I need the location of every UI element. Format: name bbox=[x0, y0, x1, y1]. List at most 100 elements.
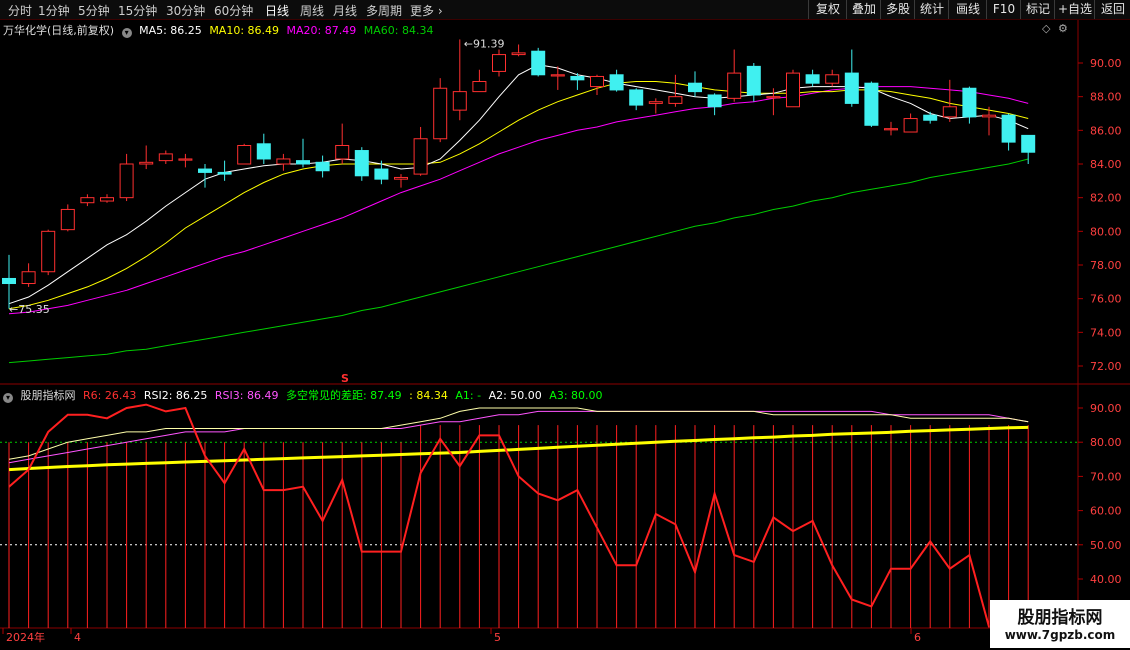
yellow-label: : 84.34 bbox=[409, 389, 448, 402]
chevron-right-icon: › bbox=[437, 4, 443, 18]
dropdown-icon[interactable]: ▾ bbox=[121, 28, 132, 38]
indicator-title: 股朋指标网 bbox=[20, 389, 76, 402]
candle-body bbox=[766, 96, 781, 99]
candle-body bbox=[119, 163, 134, 199]
add-watchlist-button[interactable]: +自选 bbox=[1054, 0, 1095, 19]
price-tick-label: 84.00 bbox=[1090, 158, 1122, 171]
candle-body bbox=[825, 74, 840, 84]
candle-body bbox=[472, 81, 487, 93]
indicator-tick-label: 80.00 bbox=[1090, 436, 1122, 449]
draw-line-button[interactable]: 画线 bbox=[948, 0, 987, 19]
candle-body bbox=[21, 271, 36, 285]
multi-stock-button[interactable]: 多股 bbox=[880, 0, 915, 19]
candle-body bbox=[786, 72, 800, 108]
statistics-button[interactable]: 统计 bbox=[914, 0, 949, 19]
candle-body bbox=[315, 161, 330, 172]
candle-body bbox=[648, 101, 663, 104]
tab-intraday[interactable]: 分时 bbox=[8, 2, 32, 19]
date-label: 2024年 bbox=[6, 630, 45, 644]
candle-body bbox=[609, 74, 624, 91]
candle-body bbox=[2, 277, 16, 285]
date-label: 4 bbox=[74, 631, 81, 644]
a1-label: A1: - bbox=[455, 389, 482, 402]
candle-body bbox=[570, 75, 585, 81]
period-toolbar: 分时 1分钟 5分钟 15分钟 30分钟 60分钟 日线 周线 月线 多周期 更… bbox=[0, 0, 1130, 20]
ma5-label: MA5: 86.25 bbox=[139, 24, 202, 37]
candle-body bbox=[942, 106, 957, 118]
ma10-label: MA10: 86.49 bbox=[209, 24, 280, 37]
candle-body bbox=[727, 72, 742, 99]
price-tick-label: 88.00 bbox=[1090, 91, 1122, 104]
diamond-icon[interactable]: ◇ bbox=[1042, 22, 1050, 35]
candle-body bbox=[511, 52, 526, 56]
candle-body bbox=[707, 94, 722, 108]
candle-body bbox=[80, 197, 95, 204]
tab-1min[interactable]: 1分钟 bbox=[38, 2, 70, 19]
chart-canvas[interactable]: 90.00 88.00 86.00 84.00 82.00 80.00 78.00 76.00… bbox=[0, 0, 1130, 650]
back-button[interactable]: 返回 bbox=[1094, 0, 1130, 19]
price-tick-label: 82.00 bbox=[1090, 192, 1122, 205]
candle-body bbox=[923, 114, 938, 121]
a3-label: A3: 80.00 bbox=[549, 389, 603, 402]
ma60-label: MA60: 84.34 bbox=[363, 24, 434, 37]
ma20-label: MA20: 87.49 bbox=[286, 24, 357, 37]
overlay-button[interactable]: 叠加 bbox=[846, 0, 881, 19]
tab-5min[interactable]: 5分钟 bbox=[78, 2, 110, 19]
low-price-label: ←75.35 bbox=[9, 303, 50, 316]
stock-title: 万华化学(日线,前复权) bbox=[3, 24, 115, 37]
price-tick-label: 72.00 bbox=[1090, 360, 1122, 373]
tab-weekly[interactable]: 周线 bbox=[300, 2, 324, 19]
candle-body bbox=[452, 91, 467, 111]
watermark: 股朋指标网 www.7gpzb.com bbox=[990, 600, 1130, 648]
candle-body bbox=[198, 168, 212, 173]
indicator-tick-label: 70.00 bbox=[1090, 470, 1122, 483]
tab-more[interactable]: 更多 › bbox=[410, 2, 443, 19]
a2-label: A2: 50.00 bbox=[488, 389, 542, 402]
rsi3-label: RSI3: 86.49 bbox=[214, 389, 279, 402]
indicator-legend: ▾ 股朋指标网 R6: 26.43 RSI2: 86.25 RSI3: 86.4… bbox=[3, 387, 607, 403]
price-tick-label: 76.00 bbox=[1090, 293, 1122, 306]
dropdown-icon[interactable]: ▾ bbox=[3, 393, 13, 403]
tab-multi-period[interactable]: 多周期 bbox=[366, 2, 402, 19]
settings-icon[interactable]: ⚙ bbox=[1058, 22, 1068, 35]
candle-body bbox=[413, 138, 428, 175]
price-tick-label: 90.00 bbox=[1090, 57, 1122, 70]
indicator-tick-label: 50.00 bbox=[1090, 539, 1122, 552]
candle-body bbox=[256, 143, 271, 160]
candle-body bbox=[139, 161, 154, 165]
candle-body bbox=[433, 87, 448, 140]
candle-body bbox=[178, 158, 193, 161]
date-label: 5 bbox=[494, 631, 501, 644]
tab-15min[interactable]: 15分钟 bbox=[118, 2, 157, 19]
indicator-tick-label: 40.00 bbox=[1090, 573, 1122, 586]
candle-body bbox=[864, 82, 879, 126]
candle-body bbox=[296, 160, 310, 165]
mark-button[interactable]: 标记 bbox=[1020, 0, 1055, 19]
candle-body bbox=[844, 72, 859, 104]
candle-body bbox=[374, 168, 389, 180]
rsi2-label: RSI2: 86.25 bbox=[143, 389, 208, 402]
watermark-url: www.7gpzb.com bbox=[1004, 628, 1116, 642]
tab-monthly[interactable]: 月线 bbox=[333, 2, 357, 19]
tab-daily[interactable]: 日线 bbox=[265, 2, 289, 19]
candle-body bbox=[1021, 134, 1036, 153]
price-tick-label: 86.00 bbox=[1090, 124, 1122, 137]
candle-body bbox=[492, 54, 506, 72]
tab-30min[interactable]: 30分钟 bbox=[166, 2, 205, 19]
price-tick-label: 80.00 bbox=[1090, 225, 1122, 238]
tab-60min[interactable]: 60分钟 bbox=[214, 2, 253, 19]
candle-body bbox=[550, 74, 565, 77]
f10-button[interactable]: F10 bbox=[986, 0, 1021, 19]
candle-body bbox=[41, 230, 56, 273]
candle-body bbox=[60, 208, 75, 231]
candle-body bbox=[805, 74, 820, 84]
candle-body bbox=[1001, 114, 1016, 143]
candle-body bbox=[590, 75, 604, 88]
adjust-button[interactable]: 复权 bbox=[808, 0, 847, 19]
candle-body bbox=[217, 171, 232, 175]
candle-body bbox=[629, 89, 644, 106]
watermark-title: 股朋指标网 bbox=[1017, 608, 1103, 628]
candle-body bbox=[158, 153, 173, 162]
indicator-tick-label: 60.00 bbox=[1090, 505, 1122, 518]
indicator-tick-label: 90.00 bbox=[1090, 402, 1122, 415]
